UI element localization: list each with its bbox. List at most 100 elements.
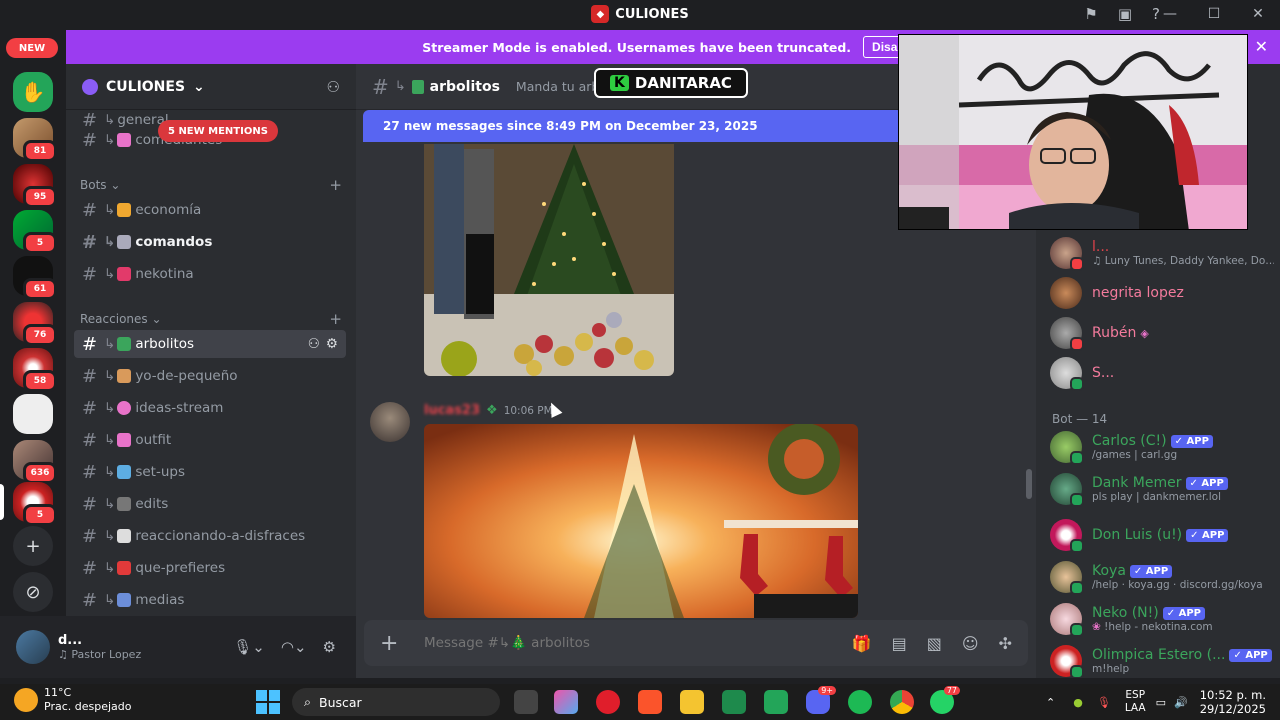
- chrome-icon[interactable]: [890, 690, 914, 714]
- channel-item[interactable]: # ↳ comandos: [74, 228, 346, 256]
- search-icon: ⌕: [304, 694, 312, 709]
- microphone-icon[interactable]: 🎙: [1097, 696, 1111, 709]
- app-icon[interactable]: [722, 690, 746, 714]
- channel-item[interactable]: # ↳ medias: [74, 586, 346, 614]
- server-icon-6[interactable]: 58: [13, 348, 57, 392]
- add-member-icon[interactable]: ⚇: [327, 78, 340, 96]
- new-mentions-pill[interactable]: 5 NEW MENTIONS: [158, 120, 278, 142]
- christmas-tree-photo[interactable]: [424, 144, 674, 376]
- message-author[interactable]: lucas23: [424, 403, 480, 418]
- channel-item[interactable]: # ↳ que-prefieres: [74, 554, 346, 582]
- search-label: Buscar: [319, 694, 362, 710]
- channel-item[interactable]: # ↳ set-ups: [74, 458, 346, 486]
- gift-icon[interactable]: 🎁: [852, 634, 872, 653]
- gif-icon[interactable]: ▤: [892, 634, 907, 653]
- server-header[interactable]: CULIONES ⌄ ⚇: [66, 64, 356, 110]
- volume-icon[interactable]: 🔊: [1174, 696, 1188, 709]
- headphones-icon[interactable]: ◠⌄: [281, 638, 307, 656]
- microphone-icon[interactable]: 🎙⌄: [233, 638, 265, 656]
- server-icon-7[interactable]: [13, 394, 53, 434]
- server-icon-2[interactable]: 95: [13, 164, 57, 208]
- member-item[interactable]: Dank Memer ✓ APP pls play | dankmemer.lol: [1050, 470, 1274, 508]
- channel-item[interactable]: # ↳ edits: [74, 490, 346, 518]
- channel-item[interactable]: # ↳ ideas-stream: [74, 394, 346, 422]
- apps-icon[interactable]: ✣: [999, 634, 1012, 653]
- inbox-icon[interactable]: ▣: [1118, 5, 1132, 23]
- brave-icon[interactable]: [638, 690, 662, 714]
- member-name: Neko (N!): [1092, 605, 1159, 621]
- add-channel-icon[interactable]: +: [329, 310, 342, 328]
- server-icon-culiones[interactable]: 5: [13, 482, 57, 526]
- maximize-button[interactable]: ☐: [1192, 0, 1236, 28]
- add-channel-icon[interactable]: +: [329, 176, 342, 194]
- server-icon-home[interactable]: ✋: [13, 72, 53, 112]
- weather-widget[interactable]: 11°C Prac. despejado: [14, 686, 131, 714]
- member-name: Rubén: [1092, 325, 1137, 341]
- message-input[interactable]: [424, 635, 852, 651]
- discord-icon[interactable]: 9+: [806, 686, 836, 714]
- banner-close-icon[interactable]: ✕: [1255, 37, 1268, 56]
- file-explorer-icon[interactable]: [680, 690, 704, 714]
- channel-item[interactable]: # ↳ economía: [74, 196, 346, 224]
- channel-topic[interactable]: Manda tu arb: [516, 79, 599, 94]
- tree-icon: [411, 79, 424, 94]
- member-item[interactable]: Carlos (C!) ✓ APP/games | carl.gg: [1050, 428, 1274, 466]
- member-item[interactable]: Don Luis (u!) ✓ APP: [1050, 516, 1274, 554]
- invite-icon[interactable]: ⚇: [308, 336, 320, 352]
- server-icon-4[interactable]: 61: [13, 256, 57, 300]
- chat-scrollbar[interactable]: [1026, 469, 1032, 499]
- language-indicator[interactable]: ESP LAA: [1125, 689, 1146, 715]
- taskbar-search[interactable]: ⌕ Buscar: [292, 688, 500, 716]
- game-icon[interactable]: [764, 690, 788, 714]
- server-icon-1[interactable]: 81: [13, 118, 57, 162]
- category-bots[interactable]: Bots ⌄ +: [80, 176, 342, 194]
- opera-icon[interactable]: [596, 690, 620, 714]
- gear-icon[interactable]: ⚙: [326, 336, 338, 352]
- member-item[interactable]: negrita lopez: [1050, 274, 1274, 312]
- new-badge[interactable]: NEW: [6, 38, 58, 58]
- member-item[interactable]: Koya ✓ APP/help · koya.gg · discord.gg/ko…: [1050, 558, 1274, 596]
- channel-item[interactable]: # ↳ yo-de-pequeño: [74, 362, 346, 390]
- tray-app-icon[interactable]: ●: [1073, 696, 1083, 709]
- channel-item[interactable]: # ↳ outfit: [74, 426, 346, 454]
- new-messages-bar[interactable]: 27 new messages since 8:49 PM on Decembe…: [363, 110, 903, 142]
- server-icon-8[interactable]: 636: [13, 440, 57, 484]
- avatar[interactable]: [16, 630, 50, 664]
- channel-item[interactable]: # ↳ nekotina: [74, 260, 346, 288]
- gear-icon[interactable]: ⚙: [323, 638, 336, 656]
- server-icon-5[interactable]: 76: [13, 302, 57, 346]
- add-server-button[interactable]: +: [13, 526, 53, 566]
- emoji-icon[interactable]: ☺: [962, 634, 979, 653]
- windows-start-icon[interactable]: [256, 690, 280, 714]
- flag-icon[interactable]: ⚑: [1084, 5, 1097, 23]
- minimize-button[interactable]: —: [1148, 0, 1192, 28]
- burning-tree-photo[interactable]: [424, 424, 858, 618]
- member-activity: ❀ !help - nekotina.com: [1092, 621, 1213, 633]
- member-item[interactable]: S...: [1050, 354, 1274, 392]
- sticker-icon[interactable]: ▧: [927, 634, 942, 653]
- avatar[interactable]: [370, 402, 410, 442]
- app-badge: ✓ APP: [1129, 564, 1173, 578]
- app-badge: ✓ APP: [1185, 476, 1228, 490]
- channel-item[interactable]: # ↳ reaccionando-a-disfraces: [74, 522, 346, 550]
- copilot-icon[interactable]: [554, 690, 578, 714]
- member-section-title: Bot — 14: [1052, 412, 1108, 426]
- server-icon-3[interactable]: 5: [13, 210, 57, 254]
- member-item[interactable]: Olimpica Estero (... ✓ APP m!help: [1050, 642, 1274, 678]
- chevron-up-icon[interactable]: ⌃: [1046, 696, 1055, 709]
- close-window-button[interactable]: ✕: [1236, 0, 1280, 28]
- whatsapp-icon[interactable]: 77: [930, 686, 960, 714]
- channel-item-active[interactable]: # ↳ arbolitos ⚇ ⚙: [74, 330, 346, 358]
- attach-plus-icon[interactable]: +: [380, 631, 414, 656]
- network-icon[interactable]: ▭: [1156, 696, 1166, 709]
- task-view-icon[interactable]: [514, 690, 538, 714]
- spotify-icon[interactable]: [848, 690, 872, 714]
- member-item[interactable]: Neko (N!) ✓ APP ❀ !help - nekotina.com: [1050, 600, 1274, 638]
- member-item[interactable]: l... ♫ Luny Tunes, Daddy Yankee, Don O: [1050, 234, 1274, 272]
- member-name: Carlos (C!): [1092, 433, 1167, 449]
- discover-icon[interactable]: ⊘: [13, 572, 53, 612]
- clock[interactable]: 10:52 p. m. 29/12/2025: [1200, 688, 1266, 716]
- category-reacciones[interactable]: Reacciones ⌄ +: [80, 310, 342, 328]
- member-name: l...: [1092, 239, 1110, 255]
- member-item[interactable]: Rubén ◈: [1050, 314, 1274, 352]
